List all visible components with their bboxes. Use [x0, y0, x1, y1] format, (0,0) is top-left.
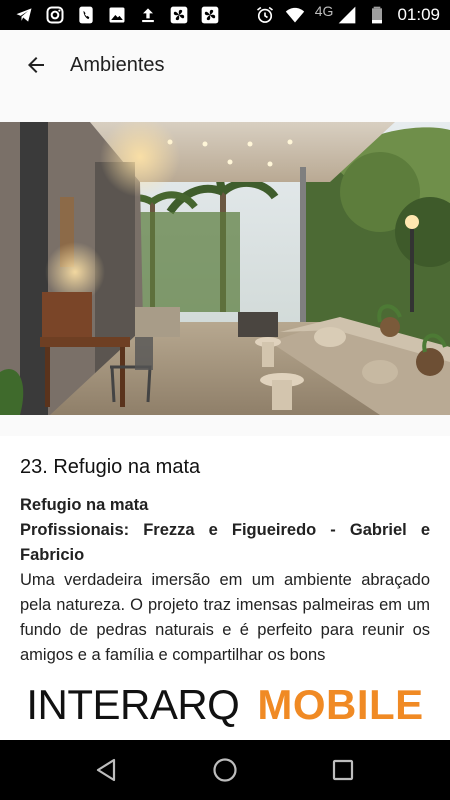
article-body: Refugio na mata Profissionais: Frezza e …	[20, 493, 430, 668]
home-circle-icon	[213, 758, 237, 782]
signal-icon	[339, 6, 356, 24]
arrow-left-icon	[28, 57, 44, 73]
page-title: Ambientes	[70, 53, 165, 76]
wifi-icon	[285, 7, 304, 23]
status-bar: 4G 01:09	[0, 0, 450, 30]
telegram-icon	[16, 8, 32, 22]
article-content: 23. Refugio na mata Refugio na mata Prof…	[0, 436, 450, 670]
ambient-photo-illustration	[0, 122, 450, 415]
battery-icon	[372, 6, 383, 24]
instagram-icon	[46, 6, 64, 24]
clock: 01:09	[397, 5, 440, 24]
nav-recents-button[interactable]	[319, 746, 367, 794]
article-subtitle: Refugio na mata	[20, 496, 149, 514]
banner-text-interarq: INTERARQ	[26, 681, 240, 728]
back-triangle-icon	[96, 758, 116, 782]
phone-icon	[79, 6, 93, 24]
system-indicators: 4G 01:09	[255, 0, 440, 30]
article-professionals: Profissionais: Frezza e Figueiredo - Gab…	[20, 521, 430, 564]
app-bar: Ambientes	[0, 30, 450, 100]
alarm-icon	[256, 6, 273, 23]
interarq-banner[interactable]: INTERARQ MOBILE	[0, 670, 450, 740]
app-screen: 4G 01:09 Ambientes 23. Refugio na mata R…	[0, 0, 450, 800]
network-type: 4G	[314, 3, 334, 19]
nav-back-button[interactable]	[83, 746, 131, 794]
recents-square-icon	[332, 759, 354, 781]
notification-icons	[0, 5, 220, 25]
back-button[interactable]	[8, 37, 64, 93]
banner-text-mobile: MOBILE	[257, 681, 424, 728]
article-description: Uma verdadeira imersão em um ambiente ab…	[20, 571, 430, 664]
nav-home-button[interactable]	[201, 746, 249, 794]
article-heading: 23. Refugio na mata	[20, 456, 201, 478]
upload-icon	[142, 8, 154, 23]
ambient-photo	[0, 122, 450, 415]
system-nav-bar	[0, 740, 450, 800]
fan-icon	[201, 6, 219, 24]
fan-icon	[170, 6, 188, 24]
image-icon	[109, 7, 125, 23]
